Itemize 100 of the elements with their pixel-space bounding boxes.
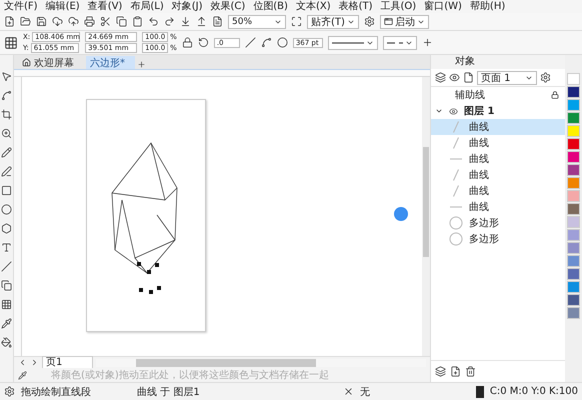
menu-item[interactable]: 位图(B): [253, 0, 288, 13]
page-tab[interactable]: 页1: [42, 356, 94, 369]
rotate-icon[interactable]: [198, 37, 209, 48]
object-row[interactable]: 多边形: [431, 215, 565, 231]
object-row[interactable]: 曲线: [431, 135, 565, 151]
launch-dropdown[interactable]: 启动: [380, 14, 429, 28]
tool-icon[interactable]: [4, 386, 15, 397]
zoom-tool-icon[interactable]: [1, 128, 12, 139]
object-row[interactable]: 曲线: [431, 199, 565, 215]
color-swatch[interactable]: [567, 307, 580, 319]
color-swatch[interactable]: [567, 112, 580, 124]
pen-tool-icon[interactable]: [1, 166, 12, 177]
ellipse-tool-icon[interactable]: [1, 204, 12, 215]
document-tab[interactable]: 六边形*: [86, 56, 135, 69]
eyedropper-icon[interactable]: [18, 370, 27, 380]
color-swatch[interactable]: [567, 177, 580, 189]
cloud-upload-icon[interactable]: [68, 16, 79, 27]
cut-icon[interactable]: [100, 16, 111, 27]
cloud-download-icon[interactable]: [52, 16, 63, 27]
menu-item[interactable]: 窗口(W): [424, 0, 462, 13]
lock-ratio-icon[interactable]: [182, 37, 193, 48]
copy-icon[interactable]: [116, 16, 127, 27]
fill-tool-icon[interactable]: [1, 337, 12, 348]
zoom-select[interactable]: 50%: [228, 14, 286, 28]
color-swatch[interactable]: [567, 268, 580, 280]
connector-tool-icon[interactable]: [1, 261, 12, 272]
color-swatch[interactable]: [567, 73, 580, 85]
previous-page-icon[interactable]: [18, 358, 27, 367]
add-icon[interactable]: [422, 37, 433, 48]
expand-icon[interactable]: [435, 107, 443, 115]
pointer-tool-icon[interactable]: [1, 71, 12, 82]
settings-icon[interactable]: [364, 16, 375, 27]
new-document-icon[interactable]: [4, 16, 15, 27]
next-page-icon[interactable]: [30, 358, 39, 367]
shape-tool-icon[interactable]: [1, 90, 12, 101]
crop-tool-icon[interactable]: [1, 109, 12, 120]
color-swatch[interactable]: [567, 86, 580, 98]
menu-item[interactable]: 文件(F): [4, 0, 38, 13]
circle-icon[interactable]: [276, 37, 288, 48]
color-swatch[interactable]: [567, 294, 580, 306]
no-fill-icon[interactable]: [342, 386, 354, 397]
reference-point-icon[interactable]: [4, 36, 18, 50]
menu-item[interactable]: 工具(O): [380, 0, 416, 13]
arrow-select[interactable]: [382, 36, 417, 50]
text-tool-icon[interactable]: [1, 242, 12, 253]
page-select[interactable]: 页面 1: [477, 70, 537, 84]
menu-item[interactable]: 文本(X): [296, 0, 331, 13]
color-swatch[interactable]: [567, 203, 580, 215]
object-row[interactable]: 曲线: [431, 119, 565, 135]
color-swatch[interactable]: [567, 229, 580, 241]
line-icon[interactable]: [244, 37, 256, 48]
color-swatch[interactable]: [567, 125, 580, 137]
menu-item[interactable]: 编辑(E): [46, 0, 80, 13]
layers-icon[interactable]: [435, 72, 446, 83]
paste-icon[interactable]: [132, 16, 143, 27]
pdf-icon[interactable]: [212, 16, 223, 27]
color-swatch[interactable]: [567, 151, 580, 163]
menu-item[interactable]: 查看(V): [88, 0, 122, 13]
color-swatch[interactable]: [567, 138, 580, 150]
visibility-icon[interactable]: [449, 106, 458, 116]
layer-row[interactable]: 图层 1: [464, 104, 559, 118]
object-row[interactable]: 曲线: [431, 183, 565, 199]
new-master-layer-icon[interactable]: [450, 366, 461, 377]
menu-item[interactable]: 帮助(H): [470, 0, 506, 13]
curve-icon[interactable]: [260, 37, 272, 48]
object-row[interactable]: 曲线: [431, 151, 565, 167]
menu-item[interactable]: 布局(L): [130, 0, 164, 13]
new-tab-icon[interactable]: [137, 60, 146, 69]
line-style-select[interactable]: [328, 36, 378, 50]
floating-button[interactable]: [394, 207, 408, 221]
print-icon[interactable]: [84, 16, 95, 27]
open-icon[interactable]: [20, 16, 31, 27]
menu-item[interactable]: 表格(T): [338, 0, 373, 13]
lock-icon[interactable]: [551, 91, 559, 99]
color-swatch[interactable]: [567, 255, 580, 267]
export-icon[interactable]: [196, 16, 207, 27]
polygon-tool-icon[interactable]: [1, 223, 12, 234]
undo-icon[interactable]: [148, 16, 159, 27]
color-swatch[interactable]: [567, 281, 580, 293]
color-swatch[interactable]: [567, 190, 580, 202]
shadow-tool-icon[interactable]: [1, 280, 12, 291]
page-icon[interactable]: [463, 72, 474, 83]
redo-icon[interactable]: [164, 16, 175, 27]
color-swatch[interactable]: [567, 242, 580, 254]
visibility-icon[interactable]: [449, 72, 460, 83]
color-swatch[interactable]: [567, 216, 580, 228]
import-icon[interactable]: [180, 16, 191, 27]
object-row[interactable]: 多边形: [431, 231, 565, 247]
delete-icon[interactable]: [465, 366, 476, 377]
pencil-tool-icon[interactable]: [1, 147, 12, 158]
object-row[interactable]: 辅助线: [455, 88, 545, 102]
save-icon[interactable]: [36, 16, 47, 27]
menu-item[interactable]: 对象(J): [172, 0, 202, 13]
color-swatch[interactable]: [567, 164, 580, 176]
menu-item[interactable]: 效果(C): [210, 0, 246, 13]
new-layer-icon[interactable]: [435, 366, 446, 377]
eyedropper-tool-icon[interactable]: [1, 318, 12, 329]
settings-icon[interactable]: [540, 72, 551, 83]
color-swatch[interactable]: [567, 99, 580, 111]
object-row[interactable]: 曲线: [431, 167, 565, 183]
